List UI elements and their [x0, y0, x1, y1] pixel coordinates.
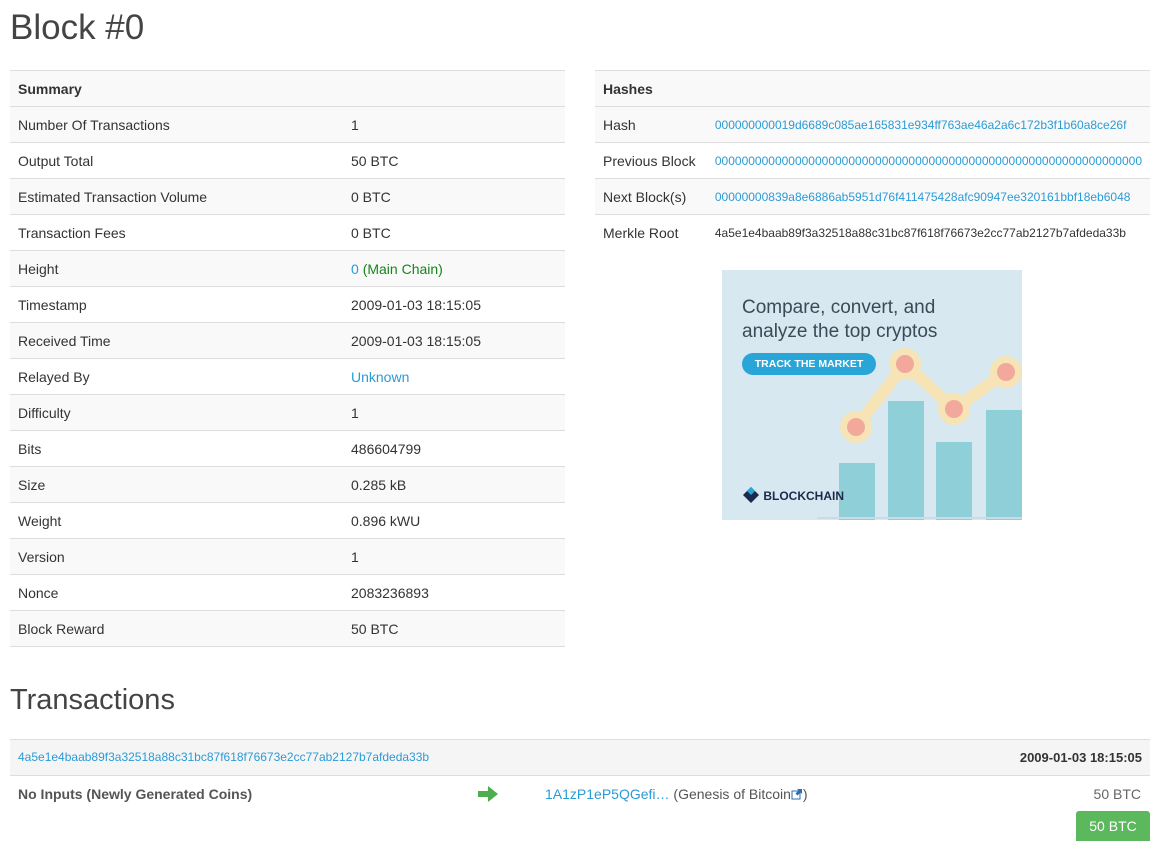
hashes-row-merkle-root: Merkle Root 4a5e1e4baab89f3a32518a88c31b…	[595, 214, 1150, 250]
output-amount: 50 BTC	[1093, 786, 1141, 802]
row-value: 1	[343, 106, 565, 143]
summary-row-volume: Estimated Transaction Volume 0 BTC	[10, 178, 565, 215]
row-value: 0 (Main Chain)	[343, 250, 565, 287]
ad-headline-line1: Compare, convert, and	[742, 297, 936, 318]
row-value: 00000000839a8e6886ab5951d76f411475428afc…	[710, 178, 1150, 215]
row-label: Relayed By	[10, 358, 343, 395]
transaction-inputs: No Inputs (Newly Generated Coins)	[18, 786, 253, 802]
ad-bar	[839, 463, 875, 520]
summary-row-difficulty: Difficulty 1	[10, 394, 565, 431]
summary-table: Summary Number Of Transactions 1 Output …	[10, 70, 565, 647]
row-label: Next Block(s)	[595, 178, 711, 215]
row-label: Block Reward	[10, 610, 343, 647]
row-label: Bits	[10, 430, 343, 467]
hashes-row-next-block: Next Block(s) 00000000839a8e6886ab5951d7…	[595, 178, 1150, 215]
summary-row-transactions: Number Of Transactions 1	[10, 106, 565, 143]
row-label: Transaction Fees	[10, 214, 343, 251]
row-value: 0000000000000000000000000000000000000000…	[710, 142, 1150, 179]
transaction-total-badge[interactable]: 50 BTC	[1076, 811, 1150, 841]
summary-row-weight: Weight 0.896 kWU	[10, 502, 565, 539]
row-value: 1	[343, 394, 565, 431]
block-hash-link[interactable]: 000000000019d6689c085ae165831e934ff763ae…	[715, 118, 1127, 132]
relayed-by-link[interactable]: Unknown	[351, 369, 409, 385]
ad-brand-name: BLOCKCHAIN	[763, 489, 845, 503]
ad-cta-button[interactable]: TRACK THE MARKET	[742, 353, 876, 375]
ad-point-inner	[945, 400, 963, 418]
row-value: 2009-01-03 18:15:05	[343, 322, 565, 359]
arrow-right-icon	[478, 786, 498, 802]
next-block-link[interactable]: 00000000839a8e6886ab5951d76f411475428afc…	[715, 190, 1131, 204]
row-value: 486604799	[343, 430, 565, 467]
hashes-row-hash: Hash 000000000019d6689c085ae165831e934ff…	[595, 106, 1150, 143]
row-label: Timestamp	[10, 286, 343, 323]
hashes-table: Hashes Hash 000000000019d6689c085ae16583…	[595, 70, 1150, 250]
summary-row-nonce: Nonce 2083236893	[10, 574, 565, 611]
row-label: Number Of Transactions	[10, 106, 343, 143]
row-label: Merkle Root	[595, 214, 711, 250]
summary-row-relayed-by: Relayed By Unknown	[10, 358, 565, 395]
summary-row-size: Size 0.285 kB	[10, 466, 565, 503]
summary-row-timestamp: Timestamp 2009-01-03 18:15:05	[10, 286, 565, 323]
ad-brand: BLOCKCHAIN	[742, 486, 844, 504]
row-label: Hash	[595, 106, 711, 143]
ad-headline-line2: analyze the top cryptos	[742, 321, 938, 342]
summary-row-version: Version 1	[10, 538, 565, 575]
row-value: 0 BTC	[343, 214, 565, 251]
row-value: 2083236893	[343, 574, 565, 611]
ad-bar	[888, 401, 924, 520]
transaction-output: 1A1zP1eP5QGefi… (Genesis of Bitcoin )	[545, 786, 808, 802]
row-value: 0.285 kB	[343, 466, 565, 503]
advertisement-banner[interactable]: Compare, convert, and analyze the top cr…	[722, 270, 1022, 520]
previous-block-link[interactable]: 0000000000000000000000000000000000000000…	[715, 154, 1142, 168]
row-label: Size	[10, 466, 343, 503]
ad-headline: Compare, convert, and analyze the top cr…	[742, 296, 937, 344]
ad-bar	[986, 410, 1022, 520]
external-link-icon[interactable]	[791, 788, 803, 800]
summary-row-height: Height 0 (Main Chain)	[10, 250, 565, 287]
hashes-heading: Hashes	[595, 70, 1150, 107]
row-value: 4a5e1e4baab89f3a32518a88c31bc87f618f7667…	[710, 214, 1150, 250]
row-value: 50 BTC	[343, 610, 565, 647]
summary-row-bits: Bits 486604799	[10, 430, 565, 467]
ad-point-inner	[847, 418, 865, 436]
output-note-close: )	[802, 786, 808, 802]
page-title: Block #0	[10, 8, 145, 47]
ad-bar	[936, 442, 972, 520]
row-value: 50 BTC	[343, 142, 565, 179]
row-value: 0 BTC	[343, 178, 565, 215]
ad-point-inner	[896, 355, 914, 373]
summary-row-received-time: Received Time 2009-01-03 18:15:05	[10, 322, 565, 359]
transaction-time: 2009-01-03 18:15:05	[1019, 750, 1142, 765]
row-value: Unknown	[343, 358, 565, 395]
transaction-hash-link[interactable]: 4a5e1e4baab89f3a32518a88c31bc87f618f7667…	[18, 750, 429, 764]
transaction-header: 4a5e1e4baab89f3a32518a88c31bc87f618f7667…	[10, 739, 1150, 776]
transactions-title: Transactions	[10, 684, 175, 716]
hashes-row-previous-block: Previous Block 0000000000000000000000000…	[595, 142, 1150, 179]
row-label: Nonce	[10, 574, 343, 611]
row-label: Received Time	[10, 322, 343, 359]
summary-heading: Summary	[10, 70, 565, 107]
row-value: 000000000019d6689c085ae165831e934ff763ae…	[710, 106, 1150, 143]
main-chain-label: (Main Chain)	[362, 260, 443, 277]
ad-line	[851, 358, 1010, 431]
output-address-link[interactable]: 1A1zP1eP5QGefi…	[545, 786, 670, 802]
blockchain-logo-icon	[743, 487, 759, 503]
row-label: Output Total	[10, 142, 343, 179]
row-label: Estimated Transaction Volume	[10, 178, 343, 215]
row-label: Previous Block	[595, 142, 711, 179]
height-link[interactable]: 0	[351, 261, 359, 277]
row-label: Weight	[10, 502, 343, 539]
summary-row-output-total: Output Total 50 BTC	[10, 142, 565, 179]
row-label: Version	[10, 538, 343, 575]
summary-row-fees: Transaction Fees 0 BTC	[10, 214, 565, 251]
ad-point-inner	[997, 363, 1015, 381]
row-label: Height	[10, 250, 343, 287]
row-value: 1	[343, 538, 565, 575]
row-label: Difficulty	[10, 394, 343, 431]
output-note: (Genesis of Bitcoin	[673, 786, 791, 802]
row-value: 0.896 kWU	[343, 502, 565, 539]
row-value: 2009-01-03 18:15:05	[343, 286, 565, 323]
summary-row-block-reward: Block Reward 50 BTC	[10, 610, 565, 647]
